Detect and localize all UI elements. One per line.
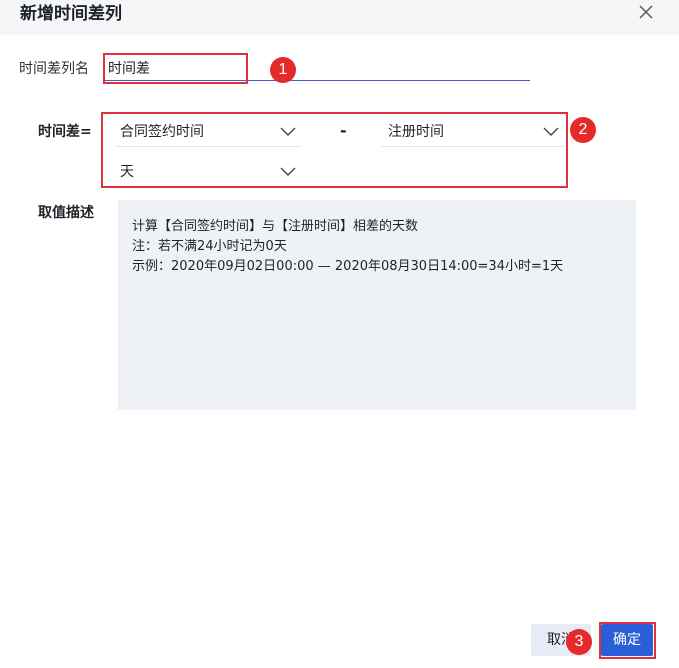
desc-line-1: 计算【合同签约时间】与【注册时间】相差的天数 (132, 219, 419, 234)
description-box: 计算【合同签约时间】与【注册时间】相差的天数 注：若不满24小时记为0天 示例：… (118, 200, 636, 410)
close-icon[interactable] (636, 2, 656, 22)
chevron-down-icon (280, 167, 296, 176)
column-name-input[interactable] (103, 55, 530, 81)
name-label: 时间差列名 (19, 61, 89, 77)
end-field-value: 注册时间 (388, 124, 444, 140)
dialog-title: 新增时间差列 (20, 4, 122, 24)
diff-label: 时间差= (38, 124, 92, 140)
annotation-badge-1: 1 (270, 57, 296, 83)
dialog-header: 新增时间差列 (0, 0, 679, 35)
chevron-down-icon (280, 127, 296, 136)
unit-value: 天 (120, 164, 134, 180)
start-field-value: 合同签约时间 (120, 124, 204, 140)
end-field-select[interactable]: 注册时间 (381, 117, 565, 147)
separator: - (340, 121, 347, 140)
annotation-badge-2: 2 (570, 117, 596, 143)
start-field-select[interactable]: 合同签约时间 (116, 117, 302, 147)
desc-line-2: 注：若不满24小时记为0天 (132, 239, 287, 254)
desc-label: 取值描述 (38, 205, 94, 221)
annotation-badge-3: 3 (566, 629, 592, 655)
ok-button[interactable]: 确定 (601, 624, 653, 656)
unit-select[interactable]: 天 (116, 157, 302, 187)
chevron-down-icon (543, 127, 559, 136)
desc-line-3: 示例：2020年09月02日00:00 — 2020年08月30日14:00=3… (132, 259, 564, 274)
